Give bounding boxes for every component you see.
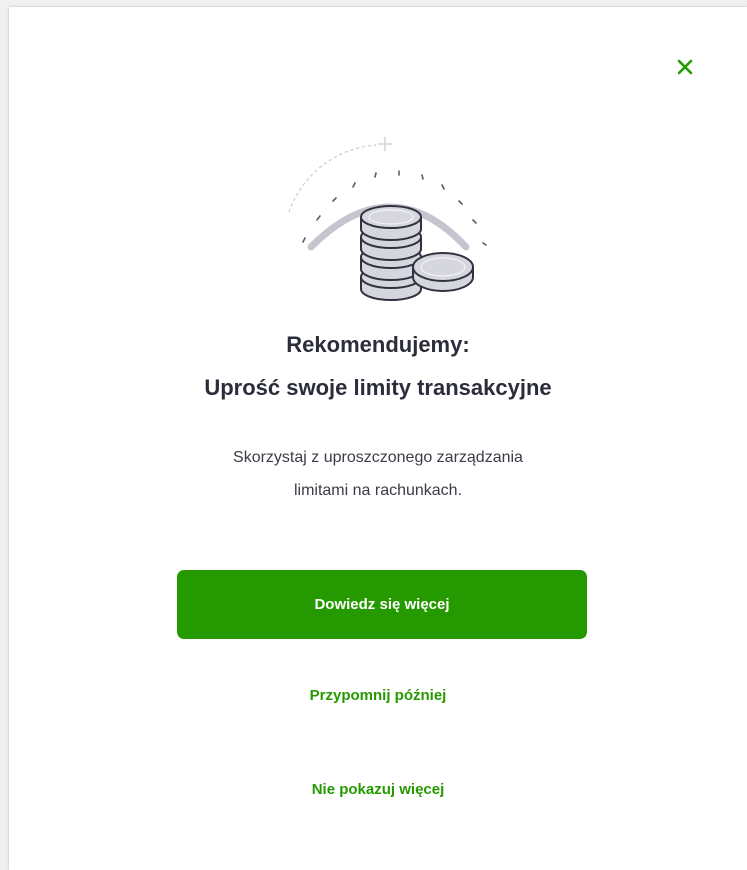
close-button[interactable] [671,53,699,81]
close-icon [677,59,693,75]
dialog-title-line2: Uprość swoje limity transakcyjne [204,375,552,400]
dialog-title-line1: Rekomendujemy: [286,332,470,357]
recommendation-dialog: Rekomendujemy: Uprość swoje limity trans… [9,7,747,870]
learn-more-button-label: Dowiedz się więcej [314,596,450,613]
learn-more-button[interactable]: Dowiedz się więcej [177,570,587,639]
remind-later-link[interactable]: Przypomnij później [9,687,747,704]
dialog-description-line1: Skorzystaj z uproszczonego zarządzania [233,449,523,466]
dont-show-again-link[interactable]: Nie pokazuj więcej [9,781,747,798]
dialog-description-line2: limitami na rachunkach. [293,482,463,499]
coins-gauge-illustration [288,137,487,301]
